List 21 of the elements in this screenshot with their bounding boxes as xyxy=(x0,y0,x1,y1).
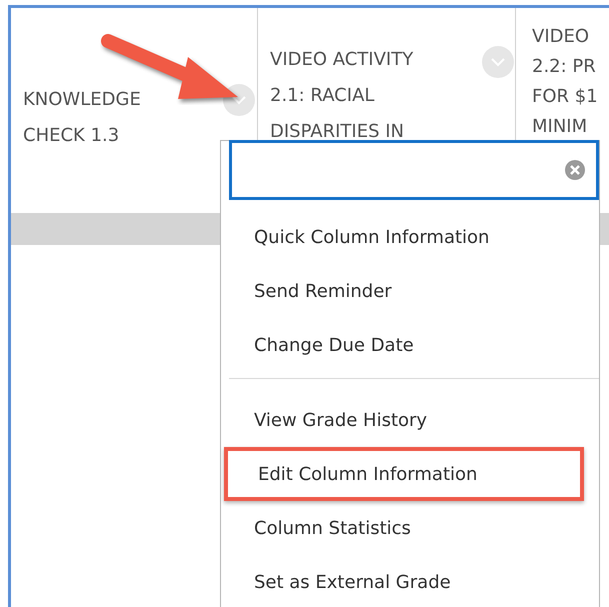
search-field[interactable] xyxy=(229,140,599,200)
column-title: DISPARITIES IN xyxy=(270,120,404,144)
column-title: CHECK 1.3 xyxy=(23,124,120,148)
chevron-down-icon xyxy=(232,96,246,104)
menu-item[interactable]: View Grade History xyxy=(229,393,599,447)
chevron-down-icon xyxy=(491,58,505,66)
menu-item[interactable]: Quick Column Information xyxy=(229,210,599,264)
column-menu-button[interactable] xyxy=(223,84,255,116)
column-title: MINIM xyxy=(532,115,588,139)
menu-item[interactable]: Send Reminder xyxy=(229,264,599,318)
menu-item[interactable]: Column Statistics xyxy=(229,501,599,555)
clear-icon[interactable] xyxy=(564,159,586,181)
column-title: VIDEO ACTIVITY xyxy=(270,48,414,72)
column-title: KNOWLEDGE xyxy=(23,88,141,112)
menu-item[interactable]: Edit Column Information xyxy=(224,447,584,501)
menu-item[interactable]: Set as External Grade xyxy=(229,555,599,607)
menu-item[interactable]: Change Due Date xyxy=(229,318,599,372)
column-title: VIDEO xyxy=(532,25,590,49)
column-title: FOR $1 xyxy=(532,85,598,109)
column-title: 2.2: PR xyxy=(532,55,596,79)
column-title: 2.1: RACIAL xyxy=(270,84,374,108)
